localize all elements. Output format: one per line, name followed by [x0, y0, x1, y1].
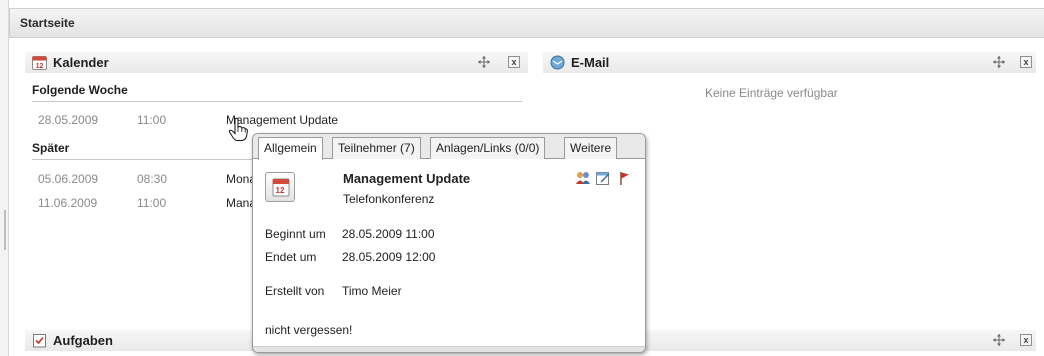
email-portlet-header: E-Mail x [543, 52, 1036, 73]
email-icon [550, 55, 565, 70]
end-label: Endet um [265, 250, 317, 264]
popup-subtitle: Telefonkonferenz [343, 192, 435, 206]
tab-participants[interactable]: Teilnehmer (7) [332, 137, 421, 159]
popup-actions [575, 170, 633, 186]
popup-footer [253, 346, 645, 352]
appointment-icon-day: 12 [275, 186, 285, 195]
move-icon[interactable] [992, 55, 1006, 69]
close-icon[interactable]: x [508, 56, 520, 68]
event-time: 08:30 [137, 172, 168, 186]
participants-icon[interactable] [575, 170, 591, 186]
section-divider [32, 101, 522, 102]
begin-label: Beginnt um [265, 227, 326, 241]
svg-text:12: 12 [36, 63, 44, 70]
event-time: 11:00 [137, 196, 167, 210]
left-gutter [0, 0, 9, 356]
tab-attachments[interactable]: Anlagen/Links (0/0) [430, 137, 546, 159]
calendar-title: Kalender [53, 55, 109, 70]
begin-value: 28.05.2009 11:00 [342, 227, 435, 241]
edit-appointment-icon[interactable] [595, 170, 611, 186]
note-text: nicht vergessen! [265, 323, 353, 337]
appointment-popup: Allgemein Teilnehmer (7) Anlagen/Links (… [252, 133, 646, 353]
section-divider [32, 159, 252, 160]
section-later: Später [32, 141, 70, 155]
appointment-icon: 12 [265, 172, 295, 202]
event-date: 05.06.2009 [38, 172, 99, 186]
email-empty-message: Keine Einträge verfügbar [705, 86, 838, 100]
hand-cursor-icon [228, 117, 248, 141]
event-date: 11.06.2009 [38, 196, 98, 210]
popup-title: Management Update [343, 171, 471, 186]
flag-icon[interactable] [617, 170, 633, 186]
calendar-icon: 12 [32, 56, 47, 70]
created-value: Timo Meier [342, 284, 402, 298]
move-icon[interactable] [992, 333, 1006, 347]
calendar-portlet-header: 12 Kalender x [25, 52, 528, 73]
section-next-week: Folgende Woche [32, 83, 128, 97]
close-icon[interactable]: x [1020, 56, 1032, 68]
email-title: E-Mail [571, 55, 610, 70]
tab-general[interactable]: Allgemein [258, 137, 323, 160]
tasks-title: Aufgaben [53, 333, 113, 348]
end-value: 28.05.2009 12:00 [342, 250, 436, 264]
page-title: Startseite [20, 16, 75, 30]
gutter-marker [4, 210, 6, 250]
right-portlet-header: x [646, 330, 1036, 351]
popup-body: 12 Management Update Telefonkonferenz Be… [253, 159, 645, 352]
created-label: Erstellt von [265, 284, 325, 298]
popup-tab-bar: Allgemein Teilnehmer (7) Anlagen/Links (… [253, 134, 645, 160]
move-icon[interactable] [477, 55, 491, 69]
tasks-icon [33, 334, 46, 348]
tab-more[interactable]: Weitere [564, 137, 618, 159]
event-date: 28.05.2009 [38, 113, 99, 127]
close-icon[interactable]: x [1020, 334, 1032, 346]
event-time: 11:00 [137, 113, 167, 127]
page-header: Startseite [9, 8, 1044, 38]
